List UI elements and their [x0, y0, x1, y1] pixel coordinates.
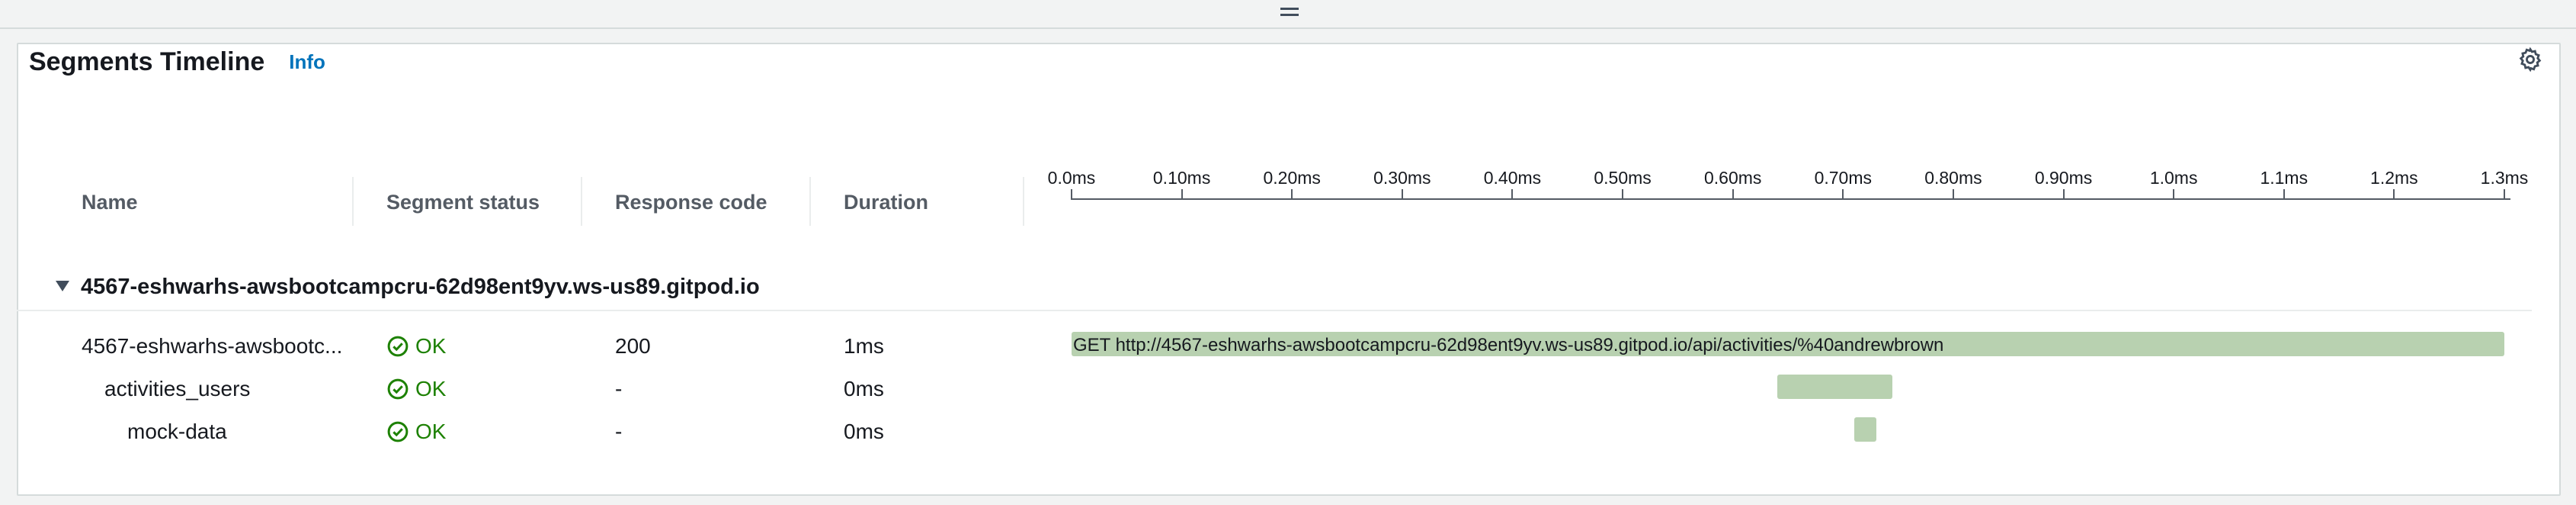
segment-row[interactable]: 4567-eshwarhs-awsbootc... OK 200 1ms GET htt… [0, 325, 2576, 368]
timeline-axis-tick [1732, 189, 1734, 200]
timeline-bar[interactable]: GET http://4567-eshwarhs-awsbootcampcru-… [1072, 332, 2504, 356]
timeline-tick-label: 0.20ms [1263, 168, 1321, 188]
divider [0, 27, 2576, 29]
timeline-axis-line [1072, 198, 2510, 200]
timeline-tick-label: 0.30ms [1373, 168, 1431, 188]
timeline-bar[interactable] [1854, 417, 1876, 442]
panel-resize-handle[interactable] [1277, 3, 1302, 18]
panel-title: Segments Timeline [29, 47, 265, 76]
segment-status-text: OK [415, 377, 447, 400]
timeline-axis-tick [2062, 189, 2065, 200]
response-code: - [615, 377, 623, 400]
column-header-response-code[interactable]: Response code [615, 191, 767, 214]
segment-group-row[interactable]: 4567-eshwarhs-awsbootcampcru-62d98ent9yv… [17, 265, 2532, 311]
timeline-tick-label: 0.80ms [1924, 168, 1982, 188]
segment-duration: 0ms [844, 377, 884, 400]
segment-name: mock-data [127, 420, 227, 443]
response-code: 200 [615, 334, 651, 358]
check-circle-icon [387, 421, 409, 442]
settings-button[interactable] [2515, 44, 2546, 75]
timeline-tick-label: 0.40ms [1483, 168, 1542, 188]
timeline-tick-label: 1.2ms [2370, 168, 2418, 188]
segment-row[interactable]: mock-data OK - 0ms [0, 410, 2576, 453]
segment-name: activities_users [104, 377, 251, 400]
segment-status-text: OK [415, 334, 447, 358]
timeline-axis-tick [1181, 189, 1183, 200]
column-header-duration[interactable]: Duration [844, 191, 928, 214]
segment-status: OK [386, 420, 446, 444]
segment-duration: 0ms [844, 420, 884, 443]
timeline-tick-label: 0.10ms [1152, 168, 1211, 188]
timeline-axis-tick [2283, 189, 2285, 200]
timeline-tick-label: 1.1ms [2260, 168, 2308, 188]
timeline-tick-label: 1.0ms [2149, 168, 2198, 188]
segment-status: OK [386, 377, 446, 401]
gear-icon [2519, 47, 2542, 72]
timeline-axis-tick [1511, 189, 1514, 200]
panel-header: Segments Timeline Info [29, 43, 325, 81]
drag-handle-icon [1280, 8, 1299, 10]
timeline-axis-tick [1952, 189, 1954, 200]
segment-status-text: OK [415, 420, 447, 443]
segment-name: 4567-eshwarhs-awsbootc... [82, 334, 343, 358]
timeline-axis-tick [1842, 189, 1844, 200]
timeline-axis-tick [1071, 189, 1072, 200]
timeline-bar[interactable] [1777, 375, 1893, 399]
timeline-axis: 0.0ms 0.10ms 0.20ms 0.30ms 0.40ms 0.50ms 0.60m… [1048, 168, 2530, 206]
timeline-tick-label: 0.70ms [1814, 168, 1873, 188]
column-divider [581, 177, 582, 226]
info-link[interactable]: Info [289, 50, 325, 74]
segment-group-label: 4567-eshwarhs-awsbootcampcru-62d98ent9yv… [81, 275, 760, 299]
timeline-tick-label: 0.0ms [1047, 168, 1096, 188]
response-code: - [615, 420, 623, 443]
column-divider [352, 177, 354, 226]
timeline-tick-label: 1.3ms [2480, 168, 2529, 188]
segment-duration: 1ms [844, 334, 884, 358]
column-divider [1023, 177, 1024, 226]
timeline-axis-tick [1622, 189, 1624, 200]
timeline-tick-label: 0.60ms [1703, 168, 1762, 188]
timeline-bar-label: GET http://4567-eshwarhs-awsbootcampcru-… [1073, 335, 1944, 355]
timeline-axis-tick [2173, 189, 2175, 200]
timeline-axis-tick [2504, 189, 2505, 200]
column-header-name[interactable]: Name [82, 191, 138, 214]
timeline-axis-tick [2393, 189, 2395, 200]
check-circle-icon [387, 336, 409, 357]
segment-row[interactable]: activities_users OK - 0ms [0, 368, 2576, 410]
check-circle-icon [387, 378, 409, 400]
timeline-tick-label: 0.50ms [1594, 168, 1652, 188]
timeline-tick-label: 0.90ms [2034, 168, 2093, 188]
column-divider [809, 177, 811, 226]
caret-down-icon[interactable] [53, 277, 72, 295]
segment-status: OK [386, 334, 446, 359]
timeline-axis-tick [1401, 189, 1403, 200]
column-header-segment-status[interactable]: Segment status [386, 191, 540, 214]
timeline-axis-tick [1291, 189, 1293, 200]
